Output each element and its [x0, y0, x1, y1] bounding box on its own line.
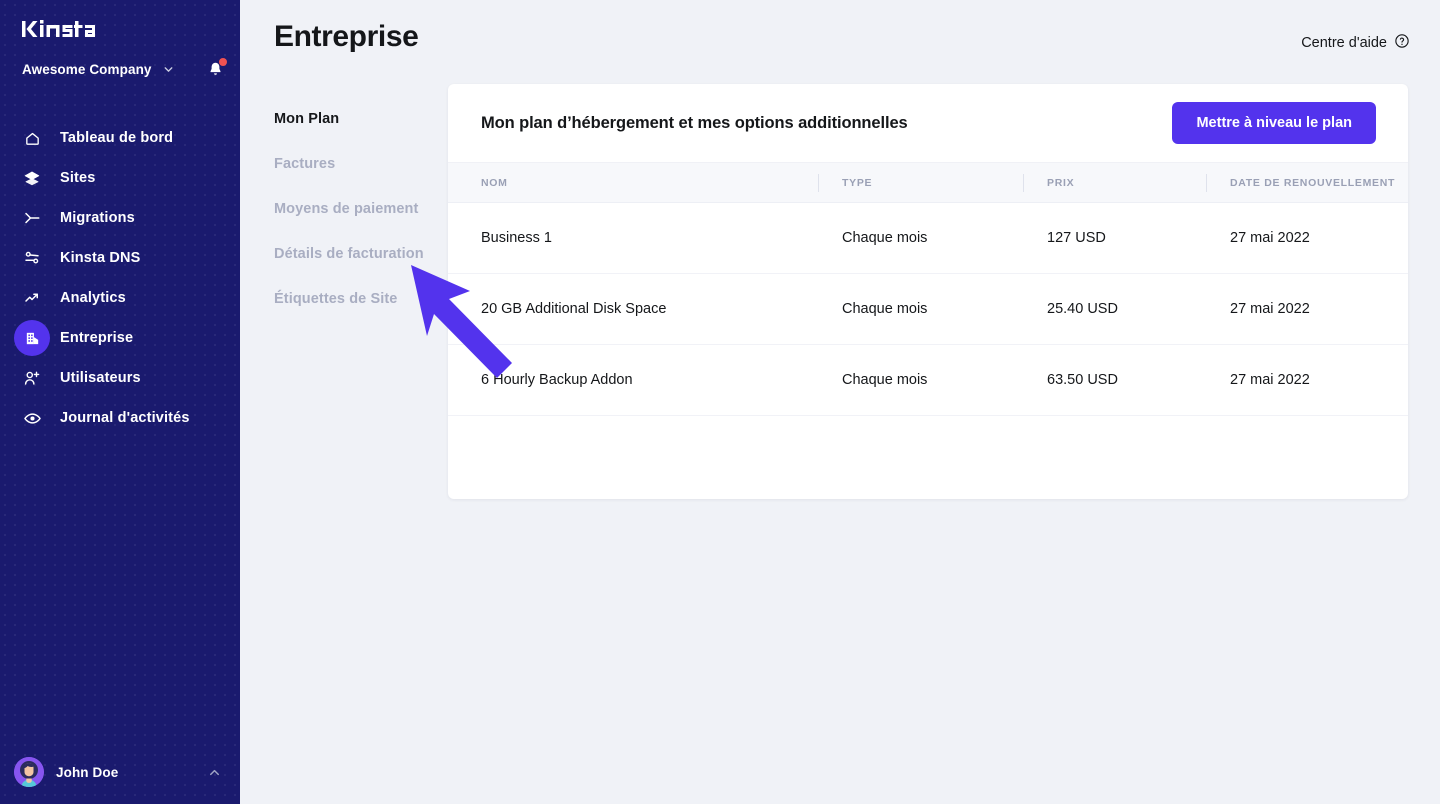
table-header-row: NOM TYPE PRIX DATE DE RENOUVELLEMENT [448, 163, 1408, 203]
card-title: Mon plan d’hébergement et mes options ad… [481, 114, 908, 133]
app-root: Awesome Company [0, 0, 1440, 804]
table-header: NOM TYPE PRIX DATE DE RENOUVELLEMENT [448, 163, 1408, 203]
eye-icon [14, 400, 50, 436]
subnav-item-mon-plan[interactable]: Mon Plan [274, 111, 448, 127]
migration-icon [14, 200, 50, 236]
cell-type: Chaque mois [818, 203, 1023, 274]
avatar-illustration-icon [14, 757, 44, 787]
sidebar-item-label: Migrations [60, 210, 135, 226]
table-row[interactable]: 20 GB Additional Disk Space Chaque mois … [448, 274, 1408, 345]
sidebar-item-label: Kinsta DNS [60, 250, 140, 266]
upgrade-plan-button[interactable]: Mettre à niveau le plan [1172, 102, 1376, 144]
dns-nodes-icon [14, 240, 50, 276]
plan-table: NOM TYPE PRIX DATE DE RENOUVELLEMENT Bus… [448, 162, 1408, 416]
sidebar-item-kinsta-dns[interactable]: Kinsta DNS [0, 238, 240, 278]
table-body: Business 1 Chaque mois 127 USD 27 mai 20… [448, 203, 1408, 416]
subnav-item-details-de-facturation[interactable]: Détails de facturation [274, 246, 448, 262]
column-header-prix: PRIX [1023, 163, 1206, 203]
table-row[interactable]: Business 1 Chaque mois 127 USD 27 mai 20… [448, 203, 1408, 274]
column-header-type: TYPE [818, 163, 1023, 203]
sidebar: Awesome Company [0, 0, 240, 804]
sidebar-item-label: Utilisateurs [60, 370, 141, 386]
content-row: Mon Plan Factures Moyens de paiement Dét… [240, 84, 1440, 499]
sidebar-item-label: Analytics [60, 290, 126, 306]
cell-price: 127 USD [1023, 203, 1206, 274]
cell-renewal: 27 mai 2022 [1206, 274, 1408, 345]
cell-name: 20 GB Additional Disk Space [448, 274, 818, 345]
topbar: Entreprise Centre d'aide [240, 0, 1440, 84]
home-icon [14, 120, 50, 156]
main-content: Entreprise Centre d'aide Mon Plan Factur… [240, 0, 1440, 804]
building-icon [14, 320, 50, 356]
cell-price: 63.50 USD [1023, 345, 1206, 416]
question-circle-icon [1394, 33, 1410, 53]
cell-type: Chaque mois [818, 274, 1023, 345]
user-profile[interactable]: John Doe [0, 740, 240, 804]
cell-renewal: 27 mai 2022 [1206, 345, 1408, 416]
org-switcher[interactable]: Awesome Company [0, 54, 240, 84]
main-nav: Tableau de bord Sites [0, 118, 240, 438]
sub-nav: Mon Plan Factures Moyens de paiement Dét… [274, 84, 448, 499]
user-name: John Doe [56, 765, 118, 780]
cell-renewal: 27 mai 2022 [1206, 203, 1408, 274]
page-title: Entreprise [274, 22, 418, 52]
sidebar-item-analytics[interactable]: Analytics [0, 278, 240, 318]
chevron-down-icon[interactable] [162, 63, 175, 76]
cell-name: Business 1 [448, 203, 818, 274]
help-center-link[interactable]: Centre d'aide [1301, 33, 1410, 53]
help-center-label: Centre d'aide [1301, 35, 1387, 51]
cell-type: Chaque mois [818, 345, 1023, 416]
cell-price: 25.40 USD [1023, 274, 1206, 345]
sidebar-item-entreprise[interactable]: Entreprise [0, 318, 240, 358]
user-plus-icon [14, 360, 50, 396]
chevron-up-icon[interactable] [207, 765, 222, 780]
subnav-item-moyens-de-paiement[interactable]: Moyens de paiement [274, 201, 448, 217]
sidebar-item-journal-activites[interactable]: Journal d'activités [0, 398, 240, 438]
org-name: Awesome Company [22, 62, 152, 77]
subnav-item-factures[interactable]: Factures [274, 156, 448, 172]
subnav-item-etiquettes-de-site[interactable]: Étiquettes de Site [274, 291, 448, 307]
bell-icon[interactable] [207, 61, 224, 78]
sidebar-item-dashboard[interactable]: Tableau de bord [0, 118, 240, 158]
avatar [14, 757, 44, 787]
notification-dot [219, 58, 227, 66]
plan-card: Mon plan d’hébergement et mes options ad… [448, 84, 1408, 499]
sidebar-item-sites[interactable]: Sites [0, 158, 240, 198]
sidebar-item-utilisateurs[interactable]: Utilisateurs [0, 358, 240, 398]
trend-arrow-icon [14, 280, 50, 316]
kinsta-logo-icon [22, 18, 110, 40]
table-row[interactable]: 6 Hourly Backup Addon Chaque mois 63.50 … [448, 345, 1408, 416]
sidebar-item-label: Journal d'activités [60, 410, 190, 426]
card-header: Mon plan d’hébergement et mes options ad… [448, 84, 1408, 162]
sidebar-item-label: Tableau de bord [60, 130, 173, 146]
column-header-date-renouvellement: DATE DE RENOUVELLEMENT [1206, 163, 1408, 203]
sidebar-item-migrations[interactable]: Migrations [0, 198, 240, 238]
layers-icon [14, 160, 50, 196]
kinsta-logo[interactable] [0, 0, 240, 40]
sidebar-item-label: Sites [60, 170, 95, 186]
column-header-nom: NOM [448, 163, 818, 203]
cell-name: 6 Hourly Backup Addon [448, 345, 818, 416]
sidebar-item-label: Entreprise [60, 330, 133, 346]
